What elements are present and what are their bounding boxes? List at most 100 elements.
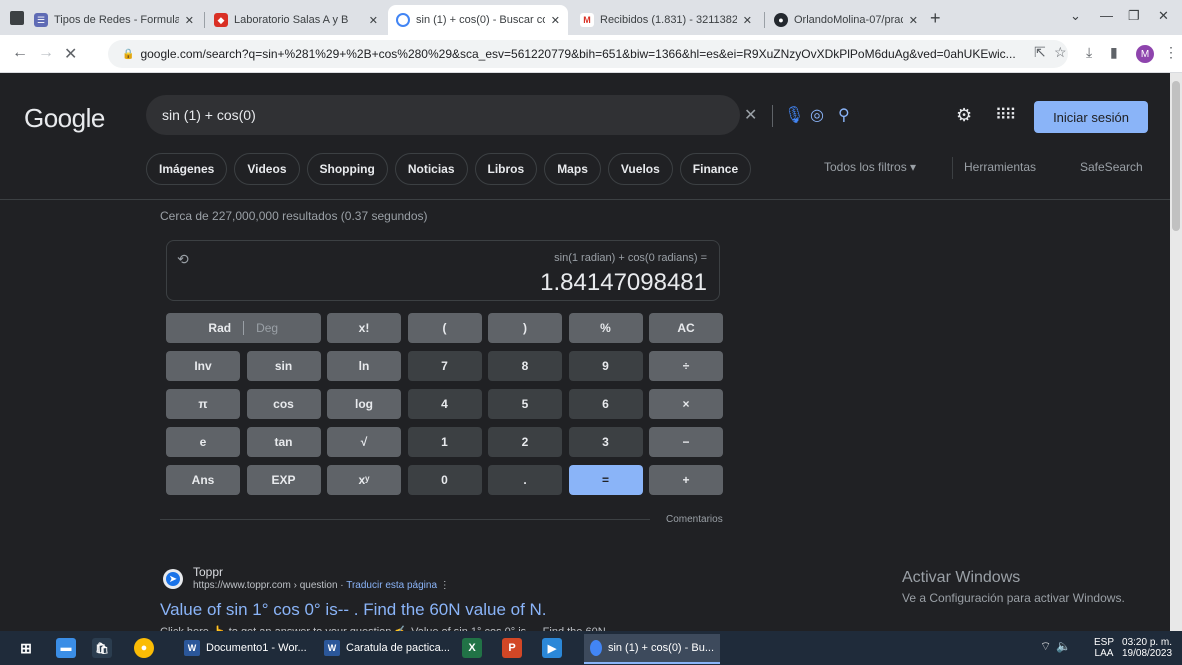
all-filters-dropdown[interactable]: Todos los filtros ▾ (824, 160, 916, 174)
e-key[interactable]: e (166, 427, 240, 457)
window-close-icon[interactable]: ✕ (1158, 8, 1169, 24)
language-indicator[interactable]: ESP LAA (1094, 637, 1114, 659)
signin-button[interactable]: Iniciar sesión (1034, 101, 1148, 133)
back-icon[interactable]: ← (12, 44, 28, 62)
taskbar-app-word-1[interactable]: W Documento1 - Wor... (178, 634, 313, 662)
digit-6-key[interactable]: 6 (568, 389, 643, 419)
equals-key[interactable]: = (568, 465, 643, 495)
plus-key[interactable]: + (649, 465, 723, 495)
tab-list-icon[interactable]: ⌄ (1070, 8, 1081, 24)
minimize-icon[interactable]: — (1100, 8, 1113, 23)
clock[interactable]: 03:20 p. m. 19/08/2023 (1122, 637, 1172, 659)
chip-maps[interactable]: Maps (544, 153, 601, 185)
chrome-icon[interactable]: ● (134, 638, 154, 658)
download-icon[interactable]: ⤓ (1086, 44, 1092, 61)
page-scrollbar[interactable] (1170, 73, 1182, 631)
taskbar-app-word-2[interactable]: W Caratula de pactica... (318, 634, 456, 662)
chip-flights[interactable]: Vuelos (607, 153, 673, 185)
digit-9-key[interactable]: 9 (568, 351, 643, 381)
bookmark-star-icon[interactable]: ☆ (1054, 44, 1067, 61)
digit-2-key[interactable]: 2 (488, 427, 562, 457)
close-icon[interactable]: ✕ (185, 14, 194, 27)
store-icon[interactable]: 🛍 (92, 638, 112, 658)
digit-5-key[interactable]: 5 (488, 389, 562, 419)
new-tab-button[interactable]: + (930, 8, 941, 29)
decimal-key[interactable]: . (488, 465, 562, 495)
stop-icon[interactable]: ✕ (64, 44, 77, 64)
volume-icon[interactable]: 🔈 (1056, 640, 1071, 652)
digit-8-key[interactable]: 8 (488, 351, 562, 381)
safesearch-button[interactable]: SafeSearch (1080, 160, 1143, 174)
inverse-key[interactable]: Inv (166, 351, 240, 381)
tab-gmail[interactable]: M Recibidos (1.831) - 3211382 ✕ (572, 5, 760, 35)
close-icon[interactable]: ✕ (743, 14, 752, 27)
open-paren-key[interactable]: ( (407, 313, 482, 343)
feedback-link[interactable]: Comentarios (666, 514, 723, 525)
side-panel-icon[interactable]: ▮ (1110, 44, 1118, 61)
close-icon[interactable]: ✕ (551, 14, 560, 27)
address-bar[interactable]: 🔒 google.com/search?q=sin+%281%29+%2B+co… (108, 40, 1068, 68)
windows-start-icon[interactable]: ⊞ (16, 638, 36, 658)
history-icon[interactable]: ⟲ (177, 251, 189, 268)
excel-icon[interactable]: X (462, 638, 482, 658)
restore-icon[interactable]: ❐ (1128, 8, 1140, 24)
translate-link[interactable]: Traducir esta página (346, 580, 437, 591)
menu-kebab-icon[interactable]: ⋮ (1164, 44, 1178, 61)
powerpoint-icon[interactable]: P (502, 638, 522, 658)
rad-deg-toggle[interactable]: Rad Deg (166, 313, 321, 343)
answer-key[interactable]: Ans (166, 465, 240, 495)
minus-key[interactable]: − (649, 427, 723, 457)
factorial-key[interactable]: x! (327, 313, 401, 343)
taskbar-app-chrome[interactable]: sin (1) + cos(0) - Bu... (584, 634, 720, 662)
pi-key[interactable]: π (166, 389, 240, 419)
network-icon[interactable]: ⌔ (1040, 640, 1051, 652)
close-icon[interactable]: ✕ (909, 14, 918, 27)
tools-button[interactable]: Herramientas (964, 160, 1036, 174)
chip-images[interactable]: Imágenes (146, 153, 228, 185)
voice-search-icon[interactable]: 🎙 (784, 105, 804, 125)
file-explorer-icon[interactable]: ▬ (56, 638, 76, 658)
result-site-name[interactable]: Toppr (193, 565, 223, 579)
close-paren-key[interactable]: ) (488, 313, 562, 343)
sin-key[interactable]: sin (246, 351, 321, 381)
sqrt-key[interactable]: √ (327, 427, 401, 457)
result-url[interactable]: https://www.toppr.com › question · Tradu… (193, 580, 450, 591)
tab-laboratorio[interactable]: ◆ Laboratorio Salas A y B ✕ (206, 5, 386, 35)
ln-key[interactable]: ln (327, 351, 401, 381)
media-player-icon[interactable]: ▶ (542, 638, 562, 658)
log-key[interactable]: log (327, 389, 401, 419)
clear-icon[interactable]: ✕ (744, 105, 757, 125)
share-icon[interactable]: ⇱ (1034, 44, 1046, 61)
result-title-link[interactable]: Value of sin 1° cos 0° is-- . Find the 6… (160, 600, 547, 620)
chip-finance[interactable]: Finance (679, 153, 752, 185)
profile-avatar[interactable]: M (1136, 45, 1154, 63)
percent-key[interactable]: % (568, 313, 643, 343)
digit-4-key[interactable]: 4 (407, 389, 482, 419)
search-icon[interactable]: ⚲ (838, 105, 850, 125)
tan-key[interactable]: tan (246, 427, 321, 457)
search-input[interactable]: sin (1) + cos(0) ✕ 🎙 ◎ ⚲ (146, 95, 850, 135)
chip-shopping[interactable]: Shopping (306, 153, 388, 185)
tab-github[interactable]: ● OrlandoMolina-07/practica1 ✕ (766, 5, 926, 35)
apps-grid-icon[interactable]: ⠿⠿ (995, 105, 1016, 125)
chip-books[interactable]: Libros (474, 153, 538, 185)
digit-3-key[interactable]: 3 (568, 427, 643, 457)
all-clear-key[interactable]: AC (649, 313, 723, 343)
google-logo[interactable]: Google (24, 103, 105, 134)
tab-tipos-de-redes[interactable]: ☰ Tipos de Redes - Formularios ✕ (26, 5, 202, 35)
close-icon[interactable]: ✕ (369, 14, 378, 27)
power-key[interactable]: xʸ (327, 465, 401, 495)
digit-0-key[interactable]: 0 (407, 465, 482, 495)
digit-1-key[interactable]: 1 (407, 427, 482, 457)
chip-videos[interactable]: Videos (234, 153, 300, 185)
tab-google-search[interactable]: sin (1) + cos(0) - Buscar con ✕ (388, 5, 568, 35)
forward-icon[interactable]: → (38, 44, 54, 62)
lens-icon[interactable]: ◎ (810, 105, 824, 125)
tab-search-icon[interactable] (10, 11, 24, 25)
cos-key[interactable]: cos (246, 389, 321, 419)
settings-gear-icon[interactable]: ⚙ (956, 105, 972, 126)
digit-7-key[interactable]: 7 (407, 351, 482, 381)
divide-key[interactable]: ÷ (649, 351, 723, 381)
exp-key[interactable]: EXP (246, 465, 321, 495)
multiply-key[interactable]: × (649, 389, 723, 419)
